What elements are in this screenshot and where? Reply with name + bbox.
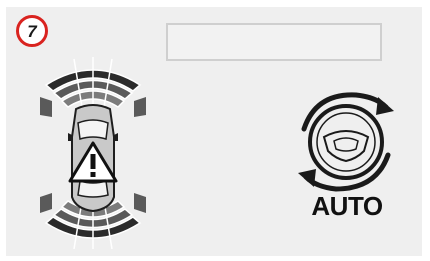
auto-mode-label: AUTO [311, 191, 383, 221]
rotate-arrow-top [301, 92, 394, 132]
front-sensor-zones [44, 57, 142, 108]
car-parking-sensor-icon [40, 57, 146, 249]
step-number: 7 [27, 21, 37, 41]
steering-wheel-auto-icon [298, 92, 394, 192]
step-number-badge: 7 [16, 15, 48, 47]
message-box [166, 23, 382, 61]
display-panel: 7 AUTO [6, 7, 422, 256]
